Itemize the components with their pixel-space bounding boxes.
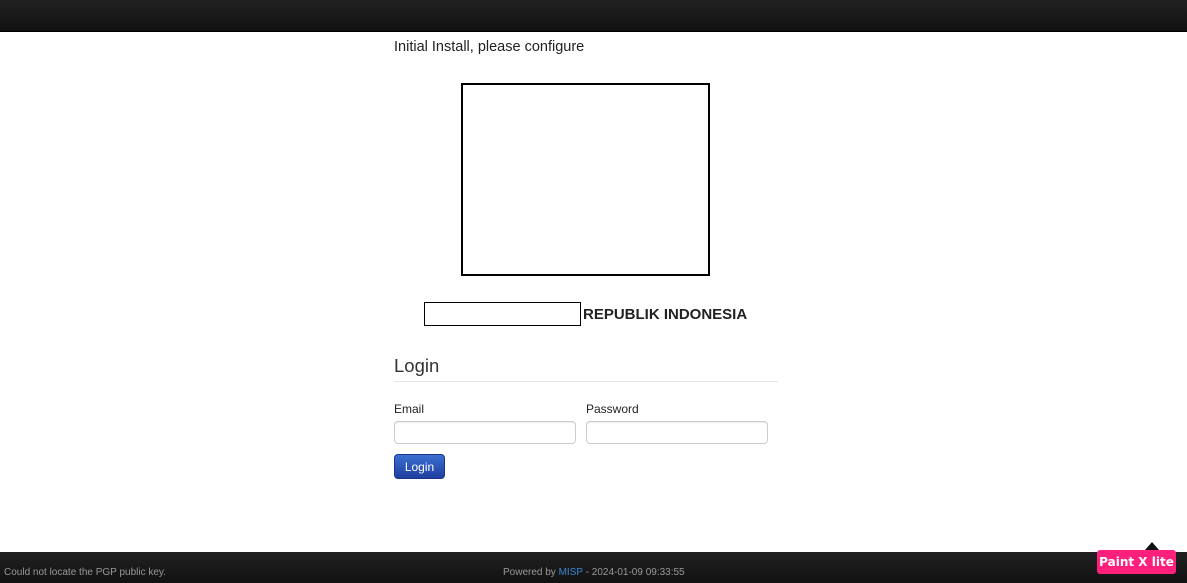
org-name-redacted bbox=[424, 302, 581, 326]
login-title: Login bbox=[394, 355, 440, 376]
logo-redacted bbox=[461, 83, 710, 276]
login-button[interactable]: Login bbox=[394, 454, 445, 479]
footer-pgp-message: Could not locate the PGP public key. bbox=[4, 567, 166, 578]
scroll-top-icon[interactable] bbox=[1145, 542, 1159, 550]
misp-link[interactable]: MISP bbox=[559, 567, 583, 578]
email-field[interactable] bbox=[394, 421, 576, 444]
password-label: Password bbox=[586, 402, 639, 416]
footer-powered-by: Powered by MISP - 2024-01-09 09:33:55 bbox=[503, 567, 685, 578]
top-navbar bbox=[0, 0, 1187, 32]
footer: Could not locate the PGP public key. Pow… bbox=[0, 552, 1187, 583]
powered-by-text: Powered by bbox=[503, 567, 556, 578]
org-heading: REPUBLIK INDONESIA bbox=[424, 302, 747, 326]
password-field[interactable] bbox=[586, 421, 768, 444]
footer-timestamp: - 2024-01-09 09:33:55 bbox=[585, 567, 685, 578]
org-name: REPUBLIK INDONESIA bbox=[583, 305, 748, 323]
email-label: Email bbox=[394, 402, 425, 416]
paint-x-lite-badge[interactable]: Paint X lite bbox=[1097, 550, 1176, 574]
login-divider bbox=[394, 381, 778, 382]
intro-text: Initial Install, please configure bbox=[394, 39, 585, 55]
